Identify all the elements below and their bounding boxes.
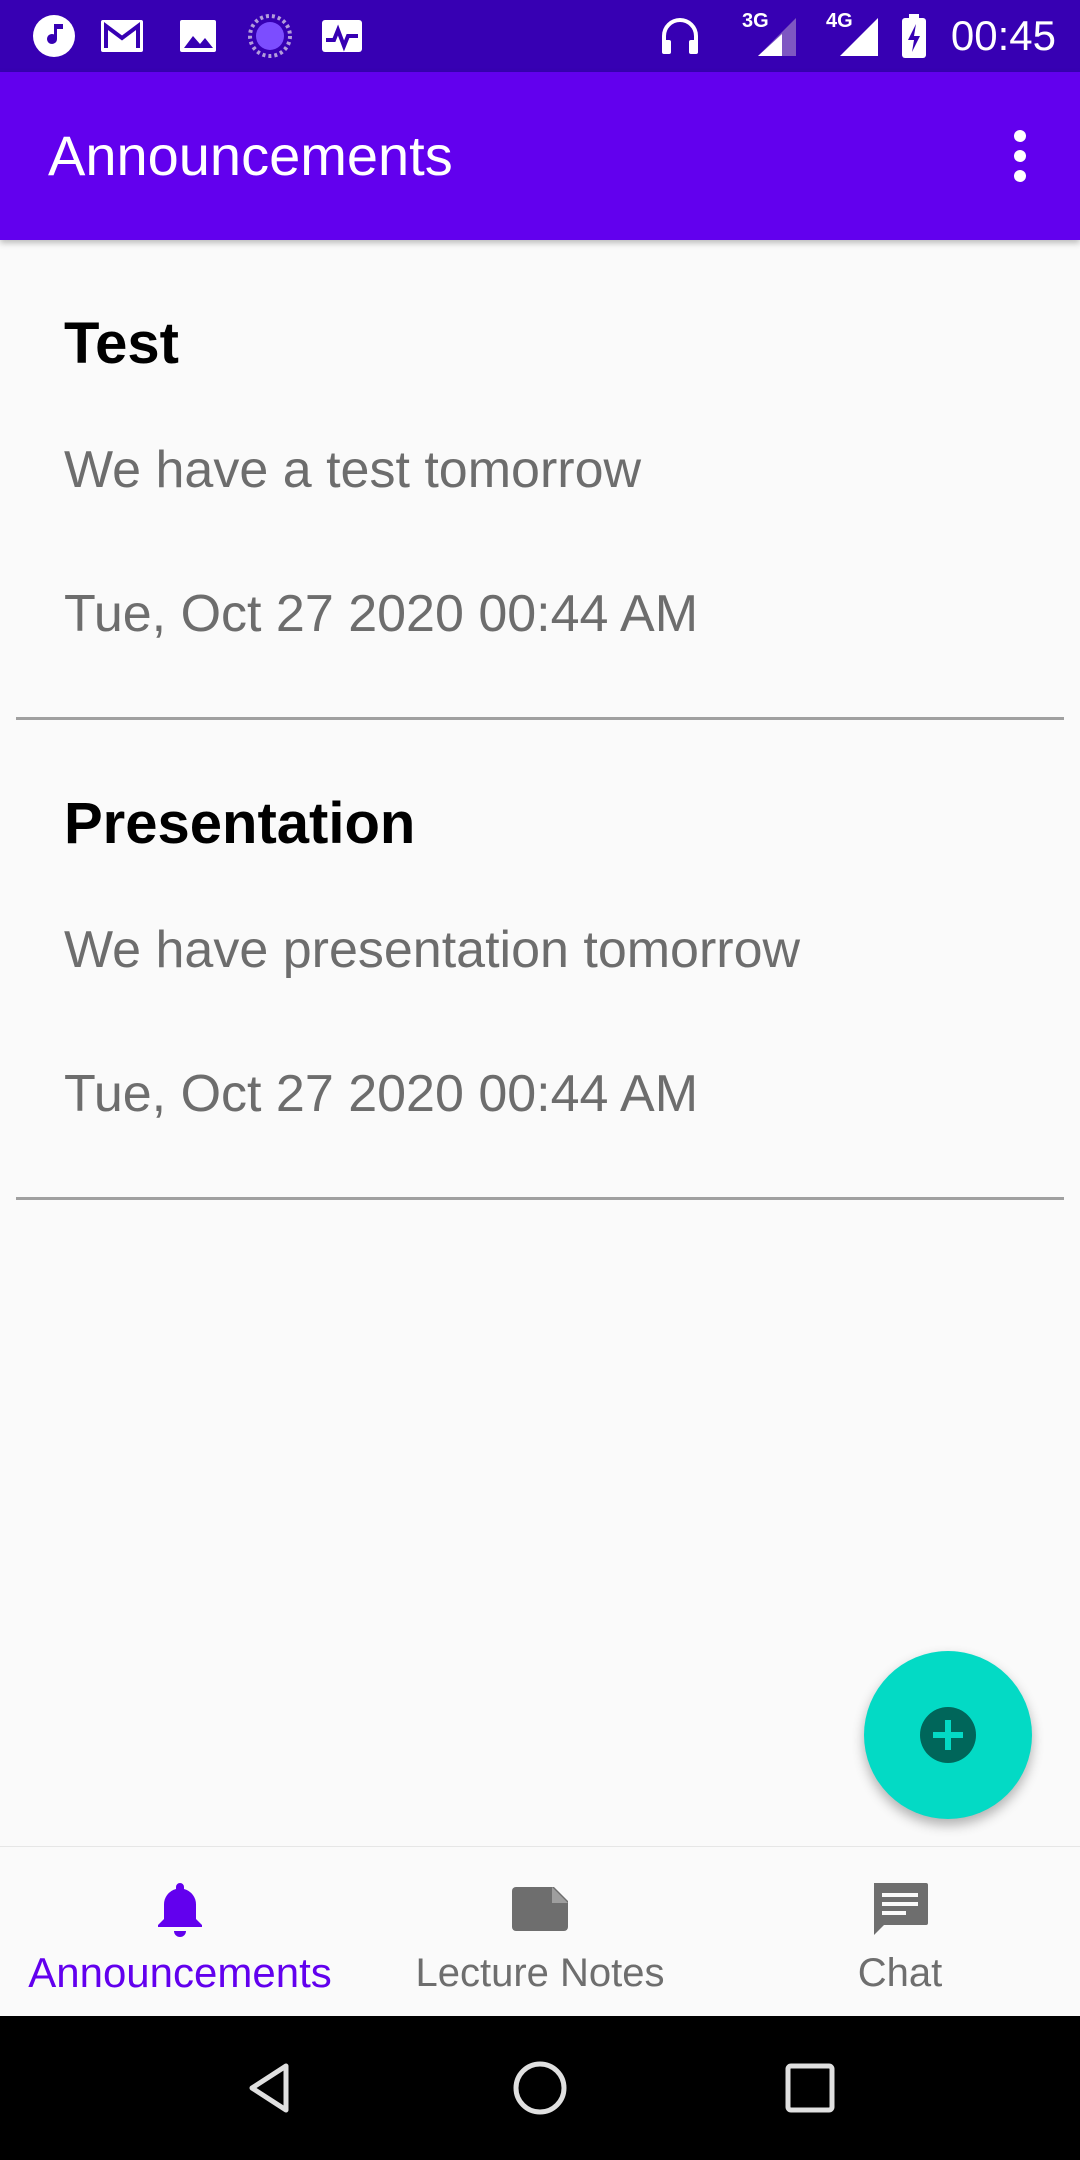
announcement-date: Tue, Oct 27 2020 00:44 AM	[64, 585, 699, 643]
signal-4g-icon	[840, 18, 878, 56]
more-vert-icon[interactable]	[978, 114, 1062, 198]
loading-icon	[248, 14, 292, 58]
image-icon	[180, 20, 216, 52]
announcement-title: Test	[64, 311, 179, 376]
nav-item-announcements[interactable]: Announcements	[0, 1847, 360, 2017]
announcement-body: We have a test tomorrow	[64, 441, 642, 499]
announcement-body: We have presentation tomorrow	[64, 921, 801, 979]
nav-item-chat[interactable]: Chat	[720, 1847, 1080, 2017]
app-bar: Announcements	[0, 72, 1080, 240]
nav-item-lecture-notes[interactable]: Lecture Notes	[360, 1847, 720, 2017]
announcement-list: Test We have a test tomorrow Tue, Oct 27…	[0, 240, 1080, 1200]
gmail-icon	[101, 20, 143, 52]
add-announcement-button[interactable]	[864, 1651, 1032, 1819]
signal-3g-icon	[758, 18, 796, 56]
recents-icon[interactable]	[778, 2056, 842, 2120]
nav-label: Announcements	[28, 1949, 332, 1996]
page-title: Announcements	[48, 124, 453, 187]
status-bar: 3G 4G 00:45	[0, 0, 1080, 72]
status-time: 00:45	[950, 12, 1056, 59]
nav-label: Lecture Notes	[415, 1951, 665, 1995]
list-item[interactable]: Test We have a test tomorrow Tue, Oct 27…	[0, 240, 1080, 720]
divider	[16, 1197, 1064, 1200]
announcement-title: Presentation	[64, 791, 416, 856]
music-icon	[33, 15, 75, 57]
headset-icon	[662, 18, 698, 54]
list-item[interactable]: Presentation We have presentation tomorr…	[0, 720, 1080, 1200]
bell-icon	[158, 1883, 202, 1937]
battery-charging-icon	[902, 14, 926, 58]
home-icon[interactable]	[508, 2056, 572, 2120]
chat-icon	[874, 1883, 928, 1935]
back-icon[interactable]	[238, 2056, 302, 2120]
system-navigation-bar	[0, 2016, 1080, 2160]
nav-label: Chat	[857, 1951, 943, 1995]
bottom-navigation: Announcements Lecture Notes Chat	[0, 1846, 1080, 2017]
note-icon	[512, 1887, 568, 1931]
activity-icon	[322, 20, 362, 52]
add-circle-icon	[920, 1707, 976, 1763]
screen: 3G 4G 00:45 Announcements Test We have a…	[0, 0, 1080, 2160]
announcement-date: Tue, Oct 27 2020 00:44 AM	[64, 1065, 699, 1123]
